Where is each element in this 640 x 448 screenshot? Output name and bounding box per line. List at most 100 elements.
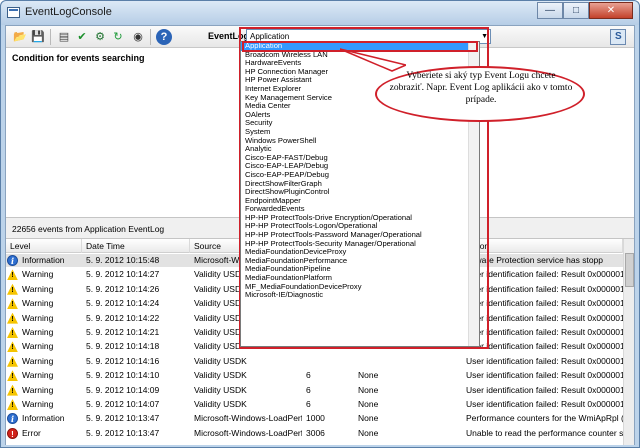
table-row[interactable]: ! Warning 5. 9. 2012 10:14:07 Validity USDK… [6,398,623,411]
about-icon[interactable] [610,29,626,45]
title-bar[interactable]: EventLogConsole — □ ✕ [1,1,639,25]
dropdown-item[interactable]: MF_MediaFoundationDeviceProxy [241,283,479,292]
toolbar-separator [50,29,51,45]
cell-eventid: 6 [306,370,311,381]
dropdown-item[interactable]: HP-HP ProtectTools-Drive Encryption/Oper… [241,214,479,223]
cell-desc: User identification failed: Result 0x000… [466,370,623,381]
cell-source: Validity USDK [194,384,247,395]
window-controls: — □ ✕ [537,2,633,19]
dropdown-item[interactable]: System [241,128,479,137]
table-row[interactable]: ! Warning 5. 9. 2012 10:14:10 Validity USDK… [6,369,623,382]
cell-datetime: 5. 9. 2012 10:14:27 [86,269,160,280]
scrollbar-thumb[interactable] [625,253,634,287]
cell-desc: User identification failed: Result 0x000… [466,283,623,294]
toolbar-separator [150,29,151,45]
dropdown-item[interactable]: MediaFoundationDeviceProxy [241,248,479,257]
cell-source: Validity USDK [194,399,247,409]
cell-eventid [306,355,352,368]
export-icon[interactable]: ⚙ [92,29,108,45]
cell-desc: User identification failed: Result 0x000… [466,399,623,409]
cell-eventid: 3006 [306,427,325,438]
cell-desc: Performance counters for the WmiApRpl (W [466,413,623,424]
cell-category: None [358,399,379,409]
dropdown-item[interactable]: MediaFoundationPerformance [241,257,479,266]
cell-datetime: 5. 9. 2012 10:14:26 [86,283,160,294]
dropdown-item[interactable]: Cisco-EAP-FAST/Debug [241,154,479,163]
cell-level: Warning [22,384,54,395]
cell-eventid: 6 [306,384,311,395]
dropdown-item[interactable]: DirectShowPluginControl [241,188,479,197]
cell-desc: oftware Protection service has stopp [466,255,604,265]
table-row[interactable]: ! Error 5. 9. 2012 10:13:47 Microsoft-Windo… [6,427,623,440]
help-icon[interactable]: ? [156,29,172,45]
column-header-level[interactable]: Level [6,239,82,253]
warning-icon: ! [7,298,18,310]
event-count-label: 22656 events from Application EventLog [12,224,165,234]
cell-source: Microsoft-Windows-LoadPerf [194,427,302,438]
dropdown-item[interactable]: Security [241,119,479,128]
dropdown-item[interactable]: ForwardedEvents [241,205,479,214]
cell-datetime: 5. 9. 2012 10:14:18 [86,341,160,352]
cell-desc: User identification failed: Result 0x000… [466,312,623,323]
refresh-icon[interactable]: ↻ [110,29,126,45]
warning-icon: ! [7,355,18,367]
table-row[interactable]: ! Warning 5. 9. 2012 10:14:09 Validity USDK… [6,384,623,397]
column-header-datetime[interactable]: Date Time [82,239,190,253]
cell-level: Warning [22,341,54,352]
cell-level: Information [22,413,65,424]
cell-category: None [358,370,379,381]
cell-desc: User identification failed: Result 0x000… [466,298,623,309]
close-button[interactable]: ✕ [589,2,633,19]
dropdown-item[interactable]: HP-HP ProtectTools-Security Manager/Oper… [241,240,479,249]
table-row[interactable]: i Information 5. 9. 2012 10:13:47 Microsoft… [6,412,623,425]
dropdown-item[interactable]: HP-HP ProtectTools-Logon/Operational [241,222,479,231]
window-title: EventLogConsole [25,6,112,18]
search-icon[interactable]: ◉ [130,29,146,45]
cell-level: Warning [22,269,54,280]
cell-datetime: 5. 9. 2012 10:14:10 [86,370,160,381]
dropdown-item[interactable]: Analytic [241,145,479,154]
cell-eventid: 6 [306,399,311,409]
save-icon[interactable]: 💾 [30,29,46,45]
cell-datetime: 5. 9. 2012 10:14:16 [86,355,160,366]
dropdown-item[interactable]: Cisco-EAP-PEAP/Debug [241,171,479,180]
cell-level: Error [22,427,41,438]
cell-source: Microsoft-Windows-LoadPerf [194,413,302,424]
cell-category [358,355,460,368]
annotation-callout-text: Vyberiete si aký typ Event Logu chcete z… [389,71,573,105]
dropdown-item[interactable]: Cisco-EAP-LEAP/Debug [241,162,479,171]
warning-icon: ! [7,327,18,338]
dropdown-item[interactable]: MediaFoundationPipeline [241,265,479,274]
cell-desc: User identification failed: Result 0x000… [466,341,623,352]
cell-source: Validity USDK [194,355,247,366]
minimize-button[interactable]: — [537,2,563,19]
warning-icon: ! [7,312,18,324]
cell-desc: User identification failed: Result 0x000… [466,269,623,280]
cell-level: Warning [22,312,54,323]
dropdown-item[interactable]: MediaFoundationPlatform [241,274,479,283]
warning-icon: ! [7,269,18,281]
cell-datetime: 5. 9. 2012 10:14:07 [86,399,160,409]
maximize-button[interactable]: □ [563,2,589,19]
dropdown-item[interactable]: Windows PowerShell [241,137,479,146]
dropdown-item[interactable]: HP-HP ProtectTools-Password Manager/Oper… [241,231,479,240]
cell-level: Warning [22,355,54,366]
cell-category: None [358,384,379,395]
cell-level: Information [22,255,65,265]
check-icon[interactable]: ✔ [74,29,90,45]
open-icon[interactable]: 📂 [12,29,28,45]
cell-source: Validity USDK [194,370,247,381]
cell-desc: User identification failed: Result 0x000… [466,355,623,366]
filter-icon[interactable]: ▤ [56,29,72,45]
info-icon: i [7,413,18,425]
cell-level: Warning [22,399,54,409]
table-row[interactable]: ! Warning 5. 9. 2012 10:14:16 Validity USDK… [6,355,623,368]
dropdown-item[interactable]: DirectShowFilterGraph [241,180,479,189]
cell-datetime: 5. 9. 2012 10:14:21 [86,327,160,337]
dropdown-item[interactable]: EndpointMapper [241,197,479,206]
dropdown-item[interactable]: Microsoft-IE/Diagnostic [241,291,479,300]
cell-eventid: 1000 [306,413,325,424]
cell-datetime: 5. 9. 2012 10:13:47 [86,413,160,424]
cell-datetime: 5. 9. 2012 10:13:47 [86,427,160,438]
vertical-scrollbar[interactable] [623,239,634,445]
